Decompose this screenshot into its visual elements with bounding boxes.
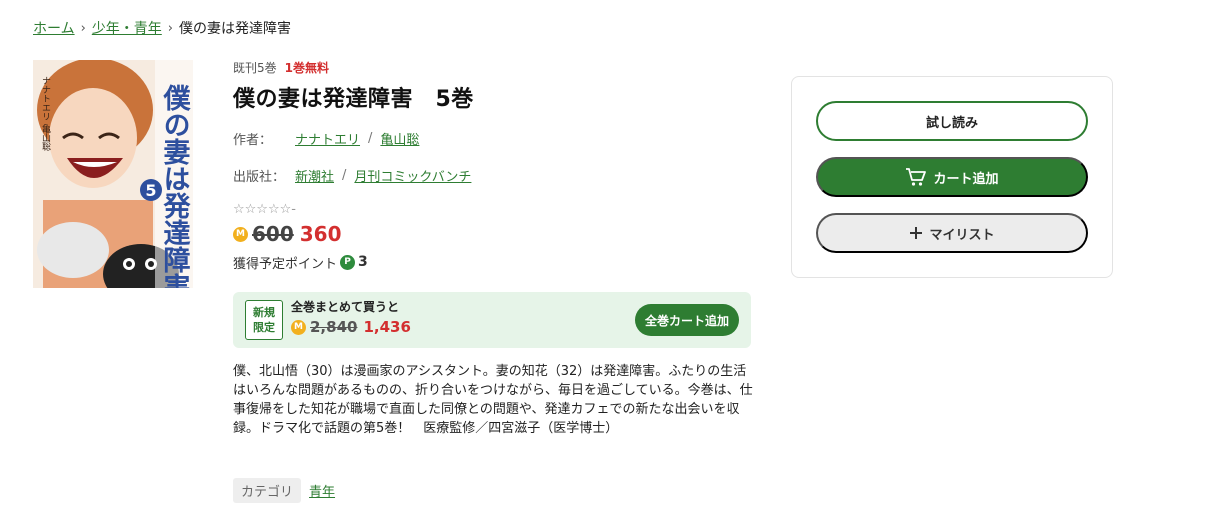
category-row: カテゴリ 青年: [233, 478, 335, 503]
badge-line: 新規: [253, 306, 275, 319]
publisher-link[interactable]: 新潮社: [295, 166, 334, 185]
breadcrumb-category-link[interactable]: 少年・青年: [92, 18, 162, 38]
rating: ☆☆☆☆☆ -: [233, 200, 753, 218]
published-count: 既刊5巻: [233, 60, 277, 75]
trial-read-button[interactable]: 試し読み: [816, 101, 1088, 141]
trial-read-label: 試し読み: [925, 114, 978, 130]
author-link[interactable]: 亀山聡: [380, 129, 419, 148]
rating-value: -: [291, 201, 296, 217]
author-row: 作者： ナナトエリ / 亀山聡: [233, 127, 753, 149]
category-label: カテゴリ: [233, 478, 302, 503]
publisher-row: 出版社： 新潮社 / 月刊コミックバンチ: [233, 164, 753, 186]
divider: /: [342, 167, 347, 183]
points-label: 獲得予定ポイント: [233, 256, 338, 272]
cart-icon: [905, 167, 927, 187]
breadcrumb-home-link[interactable]: ホーム: [33, 18, 75, 38]
cover-illustration: 僕の妻は発達障害 5 ナナトエリ 亀山聡: [33, 60, 193, 288]
book-info: 既刊5巻 1巻無料 僕の妻は発達障害 5巻 作者： ナナトエリ / 亀山聡 出版…: [233, 58, 753, 272]
add-to-cart-label: カート追加: [933, 170, 999, 186]
cover-title-text: 僕の妻は発達障害: [159, 84, 192, 288]
divider: /: [368, 130, 373, 146]
bundle-offer: 新規 限定 全巻まとめて買うと M 2,840 1,436 全巻カート追加: [233, 292, 751, 348]
breadcrumb: ホーム › 少年・青年 › 僕の妻は発達障害: [33, 18, 291, 38]
mylist-label: マイリスト: [929, 226, 995, 242]
add-to-mylist-button[interactable]: マイリスト: [816, 213, 1088, 253]
publisher-label: 出版社：: [233, 169, 286, 185]
coin-icon: M: [291, 319, 306, 335]
free-volume-note: 1巻無料: [284, 60, 329, 75]
star-rating-icon: ☆☆☆☆☆: [233, 201, 292, 217]
chevron-right-icon: ›: [167, 20, 173, 36]
bundle-original-price: 2,840: [310, 318, 358, 336]
points-value: 3: [358, 254, 368, 270]
chevron-right-icon: ›: [80, 20, 86, 36]
add-to-cart-button[interactable]: カート追加: [816, 157, 1088, 197]
author-link[interactable]: ナナトエリ: [295, 129, 360, 148]
bundle-label: 全巻まとめて買うと: [291, 300, 400, 314]
points-icon: P: [340, 254, 356, 270]
cover-volume-number: 5: [145, 181, 156, 200]
magazine-link[interactable]: 月刊コミックバンチ: [354, 166, 471, 185]
bundle-sale-price: 1,436: [363, 318, 411, 336]
badge-line: 限定: [253, 321, 275, 334]
author-label: 作者：: [233, 132, 273, 148]
volume-meta: 既刊5巻 1巻無料: [233, 58, 753, 76]
bundle-price: M 2,840 1,436: [291, 316, 411, 338]
book-cover-image[interactable]: 僕の妻は発達障害 5 ナナトエリ 亀山聡: [33, 60, 193, 288]
sale-price: 360: [299, 222, 342, 246]
page-title: 僕の妻は発達障害 5巻: [233, 87, 474, 112]
action-panel: 試し読み カート追加 マイリスト: [791, 76, 1113, 278]
price-block: M 600 360: [233, 220, 753, 248]
category-link[interactable]: 青年: [309, 481, 335, 500]
original-price: 600: [252, 222, 294, 246]
cover-authors-text: ナナトエリ 亀山聡: [40, 76, 51, 152]
add-all-to-cart-button[interactable]: 全巻カート追加: [634, 304, 739, 336]
plus-icon: [909, 226, 923, 240]
points-row: 獲得予定ポイント P 3: [233, 252, 753, 272]
coin-icon: M: [233, 226, 248, 242]
breadcrumb-current: 僕の妻は発達障害: [179, 21, 291, 37]
new-limited-badge: 新規 限定: [245, 300, 283, 340]
book-description: 僕、北山悟（30）は漫画家のアシスタント。妻の知花（32）は発達障害。ふたりの生…: [233, 364, 753, 436]
